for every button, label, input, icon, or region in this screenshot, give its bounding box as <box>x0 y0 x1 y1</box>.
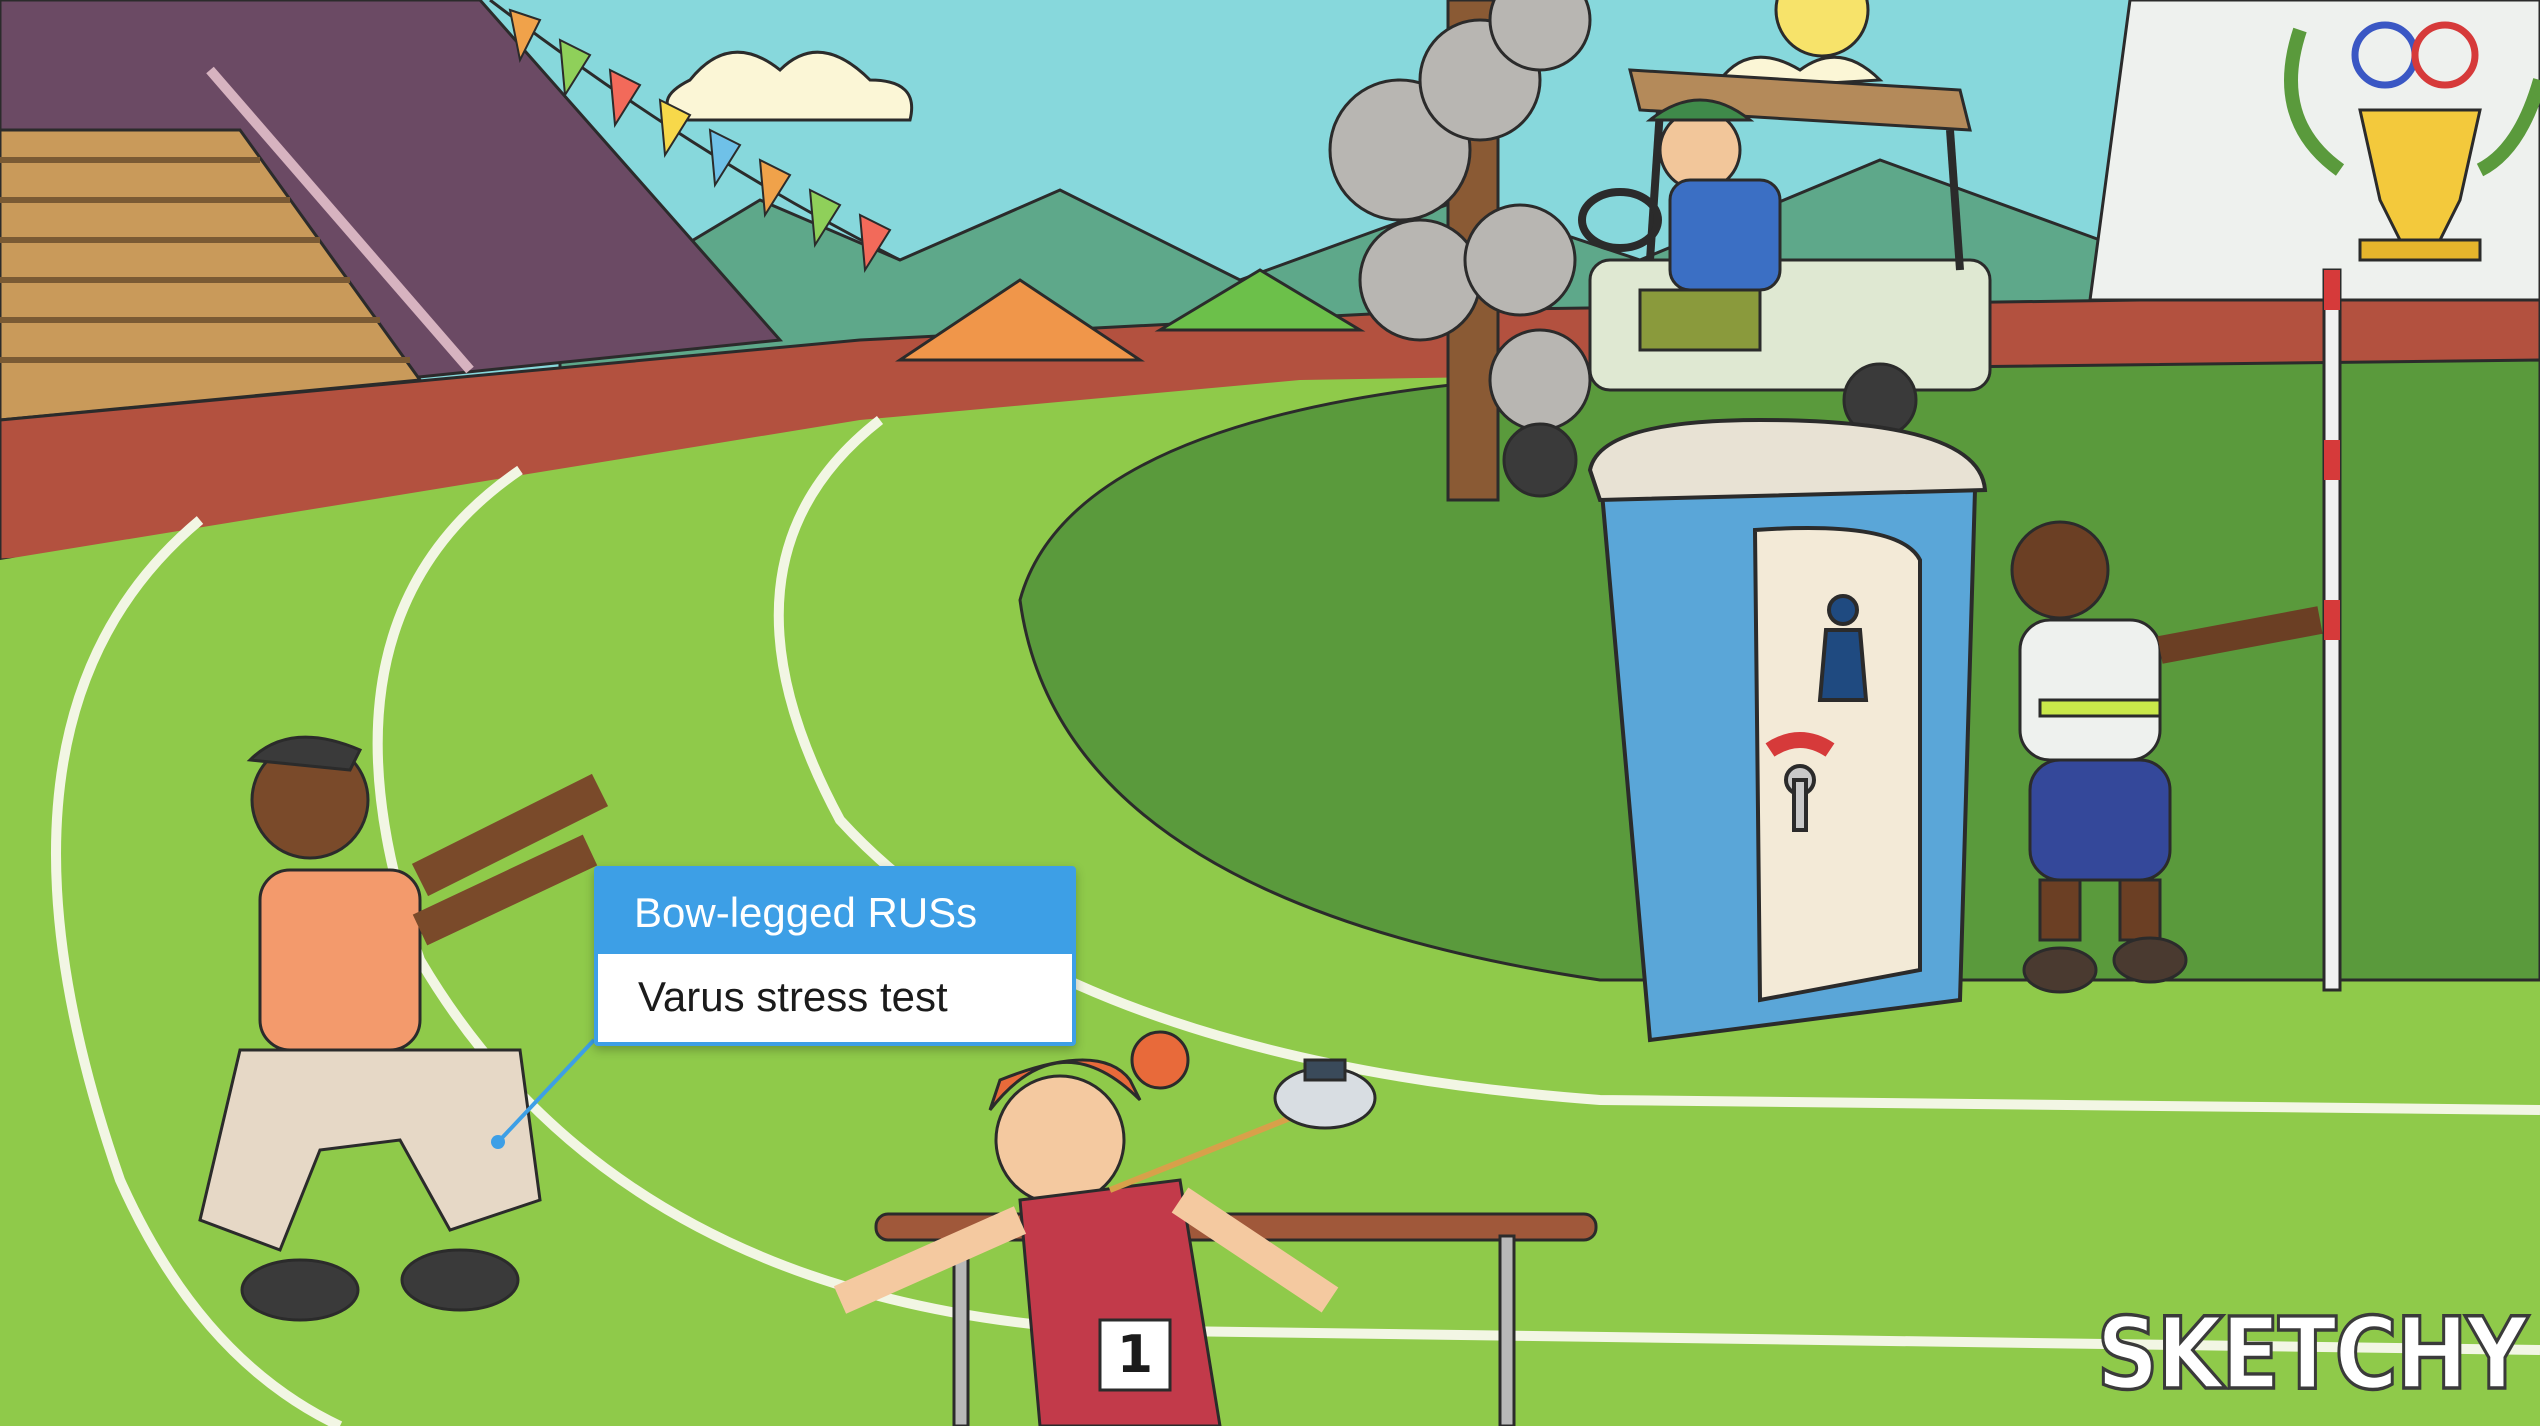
tooltip-body: Varus stress test <box>598 954 1072 1042</box>
porta-potty <box>1587 417 1988 1043</box>
flag-pole <box>2322 268 2342 992</box>
sketchy-watermark-logo: SKETCHY <box>2095 1295 2529 1413</box>
annotation-tooltip: Bow-legged RUSs Varus stress test <box>594 866 1076 1046</box>
tooltip-header: Bow-legged RUSs <box>598 870 1072 954</box>
bib-number: 1 <box>1117 1325 1153 1385</box>
illustration-scene: 1 Bow-legged RUSs Varus stress test SKET… <box>0 0 2540 1426</box>
scene-artwork: 1 <box>0 0 2540 1426</box>
tooltip-anchor-dot <box>491 1135 505 1149</box>
